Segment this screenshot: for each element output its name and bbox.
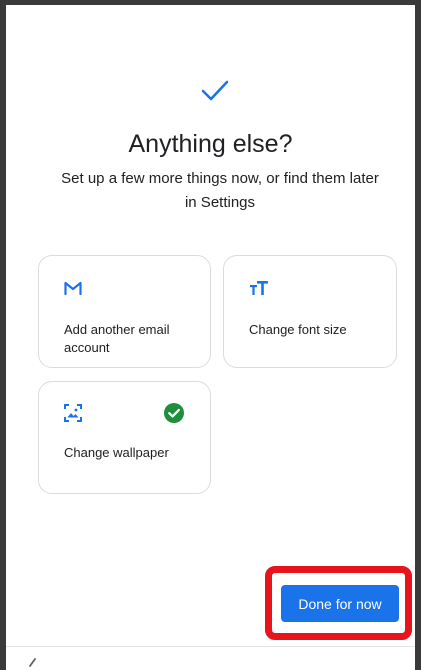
checkmark-icon (201, 80, 229, 101)
completed-check-icon (164, 403, 184, 423)
change-font-size-label: Change font size (249, 322, 347, 337)
add-email-account-label: Add another email account (64, 322, 170, 355)
change-wallpaper-card[interactable]: Change wallpaper (38, 381, 211, 494)
change-wallpaper-label: Change wallpaper (64, 445, 169, 460)
wallpaper-icon (64, 404, 82, 422)
change-font-size-card[interactable]: Change font size (223, 255, 397, 368)
back-arrow-icon[interactable] (28, 658, 44, 670)
font-size-icon (250, 281, 268, 295)
add-email-account-card[interactable]: Add another email account (38, 255, 211, 368)
page-title: Anything else? (128, 130, 293, 158)
done-for-now-button[interactable]: Done for now (281, 585, 399, 622)
gmail-icon (64, 281, 82, 296)
bottom-divider (6, 646, 415, 647)
page-subtitle: Set up a few more things now, or find th… (61, 170, 379, 211)
